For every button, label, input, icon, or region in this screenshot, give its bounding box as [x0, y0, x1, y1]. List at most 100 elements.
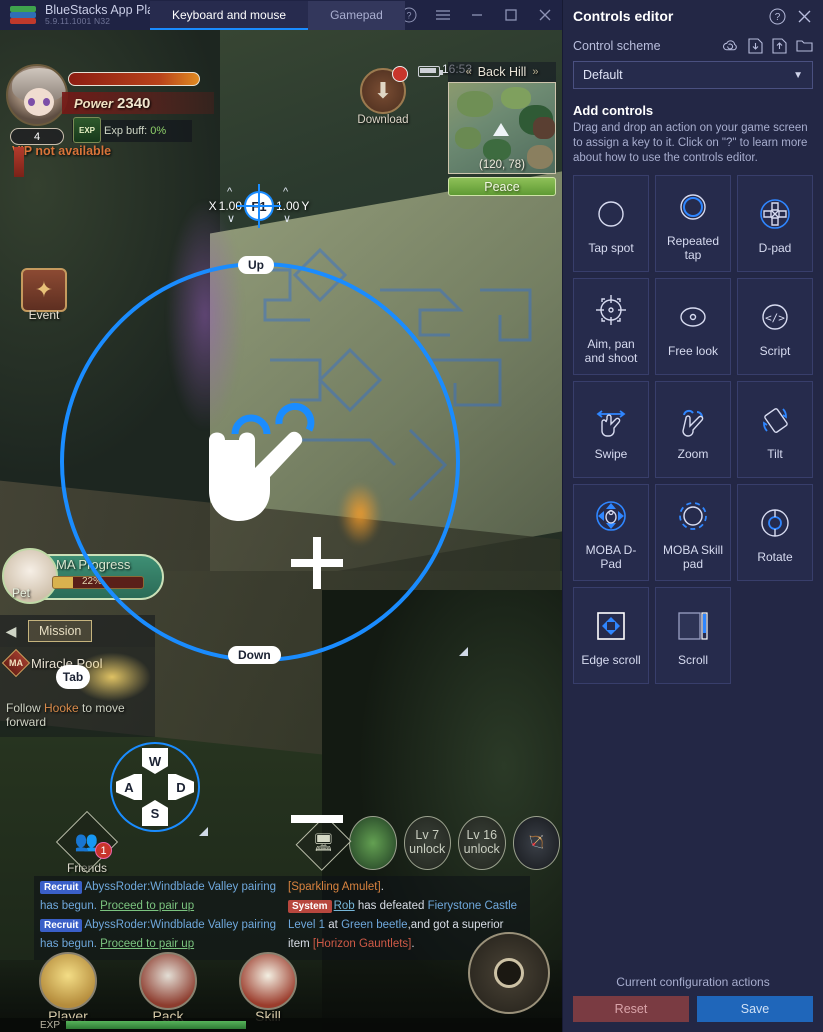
control-label: Aim, pan and shoot [584, 336, 638, 365]
panel-close-icon[interactable] [796, 8, 813, 25]
minimap-location: Back Hill [448, 62, 556, 82]
exp-icon: EXP [73, 117, 101, 143]
folder-icon[interactable] [796, 38, 813, 54]
control-label: Tilt [767, 446, 783, 461]
control-label: D-pad [758, 240, 792, 255]
control-d-pad[interactable]: D-pad [737, 175, 813, 272]
collapse-arrow-icon[interactable]: ◀ [0, 618, 22, 644]
zoom-icon [676, 399, 710, 441]
virtual-joystick[interactable] [468, 932, 550, 1014]
player-portrait[interactable]: 4 [6, 64, 68, 145]
game-viewport[interactable]: 4 Power 2340 EXP Exp buff: 0% VIP not av… [0, 30, 562, 1032]
keymap-zoom-control[interactable]: Up Down [60, 256, 468, 823]
chat-text: Green beetle [341, 919, 408, 931]
chat-link[interactable]: Proceed to pair up [100, 900, 194, 912]
exp-buff-label: Exp buff: [104, 125, 148, 137]
minimap[interactable]: (120, 78) [448, 82, 556, 174]
zoom-out-indicator [291, 815, 343, 823]
friends-button[interactable]: 👥 1 Friends [55, 810, 119, 875]
control-scheme-section: Control scheme Default ▼ Add controls Dr… [563, 32, 823, 166]
vip-status[interactable]: VIP not available [12, 144, 117, 177]
import-icon[interactable] [748, 38, 763, 54]
tab-gamepad[interactable]: Gamepad [308, 1, 405, 30]
keymap-dpad-wasd[interactable]: W A D S [110, 742, 208, 836]
aim-x-label: X [208, 199, 217, 213]
download-badge [392, 66, 408, 82]
chat-item-link[interactable]: [Sparkling Amulet] [288, 881, 381, 893]
chevron-up-icon[interactable]: ^ [283, 186, 288, 198]
control-free-look[interactable]: Free look [655, 278, 731, 375]
control-moba-skill-pad[interactable]: MOBA Skill pad [655, 484, 731, 581]
chat-item-link[interactable]: [Horizon Gauntlets] [313, 938, 411, 950]
chat-tag: Recruit [40, 919, 83, 932]
avatar [6, 64, 68, 126]
control-tilt[interactable]: Tilt [737, 381, 813, 478]
control-tap-spot[interactable]: Tap spot [573, 175, 649, 272]
control-edge-scroll[interactable]: Edge scroll [573, 587, 649, 684]
zoom-down-key-binding[interactable]: Down [228, 646, 281, 664]
control-rotate[interactable]: Rotate [737, 484, 813, 581]
free-look-icon [676, 296, 710, 338]
export-icon[interactable] [772, 38, 787, 54]
control-repeated-tap[interactable]: Repeated tap [655, 175, 731, 272]
chat-text: at [325, 919, 342, 931]
moba-skillpad-icon [676, 495, 710, 537]
svg-text:?: ? [406, 11, 411, 21]
control-aim-pan-and-shoot[interactable]: Aim, pan and shoot [573, 278, 649, 375]
cloud-sync-icon[interactable] [722, 38, 739, 54]
reset-button[interactable]: Reset [573, 996, 689, 1022]
control-label: Script [759, 343, 791, 358]
bottom-menu-bar: Player Pack Skill EXP [0, 932, 562, 1032]
bottom-menu-item-pack[interactable]: Pack [136, 952, 200, 1024]
download-button[interactable]: ⬇ Download [352, 66, 414, 126]
minimap-state[interactable]: Peace [448, 177, 556, 196]
titlebar-tabs: Keyboard and mouse Gamepad [150, 1, 405, 30]
exp-bar-label: EXP [40, 1019, 61, 1031]
chevron-down-icon[interactable]: ∨ [283, 212, 291, 225]
skill-bar[interactable]: 🖥 Lv 7 unlock Lv 16 unlock 🏹 [295, 812, 560, 874]
aim-pan-shoot-icon [594, 289, 628, 331]
keymap-tap-spot-tab[interactable]: Tab [56, 665, 90, 689]
skill-slot-green[interactable] [349, 816, 397, 870]
add-controls-title: Add controls [573, 103, 654, 118]
control-zoom[interactable]: Zoom [655, 381, 731, 478]
skill-slot-lv7-locked[interactable]: Lv 7 unlock [403, 816, 451, 870]
close-icon[interactable] [528, 0, 562, 30]
bottom-menu-item-player[interactable]: Player [36, 952, 100, 1024]
mission-desc-npc: Hooke [44, 701, 79, 715]
hamburger-menu-icon[interactable] [426, 0, 460, 30]
panel-help-icon[interactable]: ? [769, 8, 786, 25]
bottom-menu-item-skill[interactable]: Skill [236, 952, 300, 1024]
resize-handle[interactable] [199, 827, 208, 836]
minimize-icon[interactable] [460, 0, 494, 30]
svg-text:</>: </> [765, 311, 785, 324]
resize-handle[interactable] [459, 647, 468, 656]
skill-slot-lv16-locked[interactable]: Lv 16 unlock [458, 816, 506, 870]
control-moba-d-pad[interactable]: MOBA D-Pad [573, 484, 649, 581]
chevron-up-icon[interactable]: ^ [227, 186, 232, 198]
add-controls-description: Drag and drop an action on your game scr… [573, 122, 808, 164]
chat-log[interactable]: Recruit AbyssRoder:Windblade Valley pairi… [34, 876, 530, 960]
control-label: Rotate [757, 549, 793, 564]
control-script[interactable]: </> Script [737, 278, 813, 375]
tab-keyboard-and-mouse[interactable]: Keyboard and mouse [150, 1, 309, 30]
chat-message: [Sparkling Amulet]. [288, 878, 524, 897]
save-button[interactable]: Save [697, 996, 813, 1022]
control-scroll[interactable]: Scroll [655, 587, 731, 684]
keymap-aim-pan-shoot[interactable]: X 1.00 F1 1.00 Y ^ ∨ ^ ∨ [193, 182, 325, 230]
skill-slot-bow[interactable]: 🏹 [512, 816, 560, 870]
chat-link[interactable]: Proceed to pair up [100, 938, 194, 950]
skill-icon [239, 952, 297, 1010]
footer-label: Current configuration actions [616, 975, 770, 989]
maximize-icon[interactable] [494, 0, 528, 30]
minimap-panel[interactable]: Back Hill (120, 78) Peace [448, 62, 556, 196]
chat-column-left: Recruit AbyssRoder:Windblade Valley pairi… [34, 878, 282, 958]
exp-bar-track [66, 1021, 247, 1029]
zoom-up-key-binding[interactable]: Up [238, 256, 274, 274]
chat-player-link[interactable]: Rob [334, 900, 355, 912]
emulator-window: BlueStacks App Pla 5.9.11.1001 N32 Keybo… [0, 0, 562, 1032]
chevron-down-icon[interactable]: ∨ [227, 212, 235, 225]
control-scheme-select[interactable]: Default ▼ [573, 61, 813, 89]
vip-ribbon-icon [14, 147, 24, 177]
control-swipe[interactable]: Swipe [573, 381, 649, 478]
